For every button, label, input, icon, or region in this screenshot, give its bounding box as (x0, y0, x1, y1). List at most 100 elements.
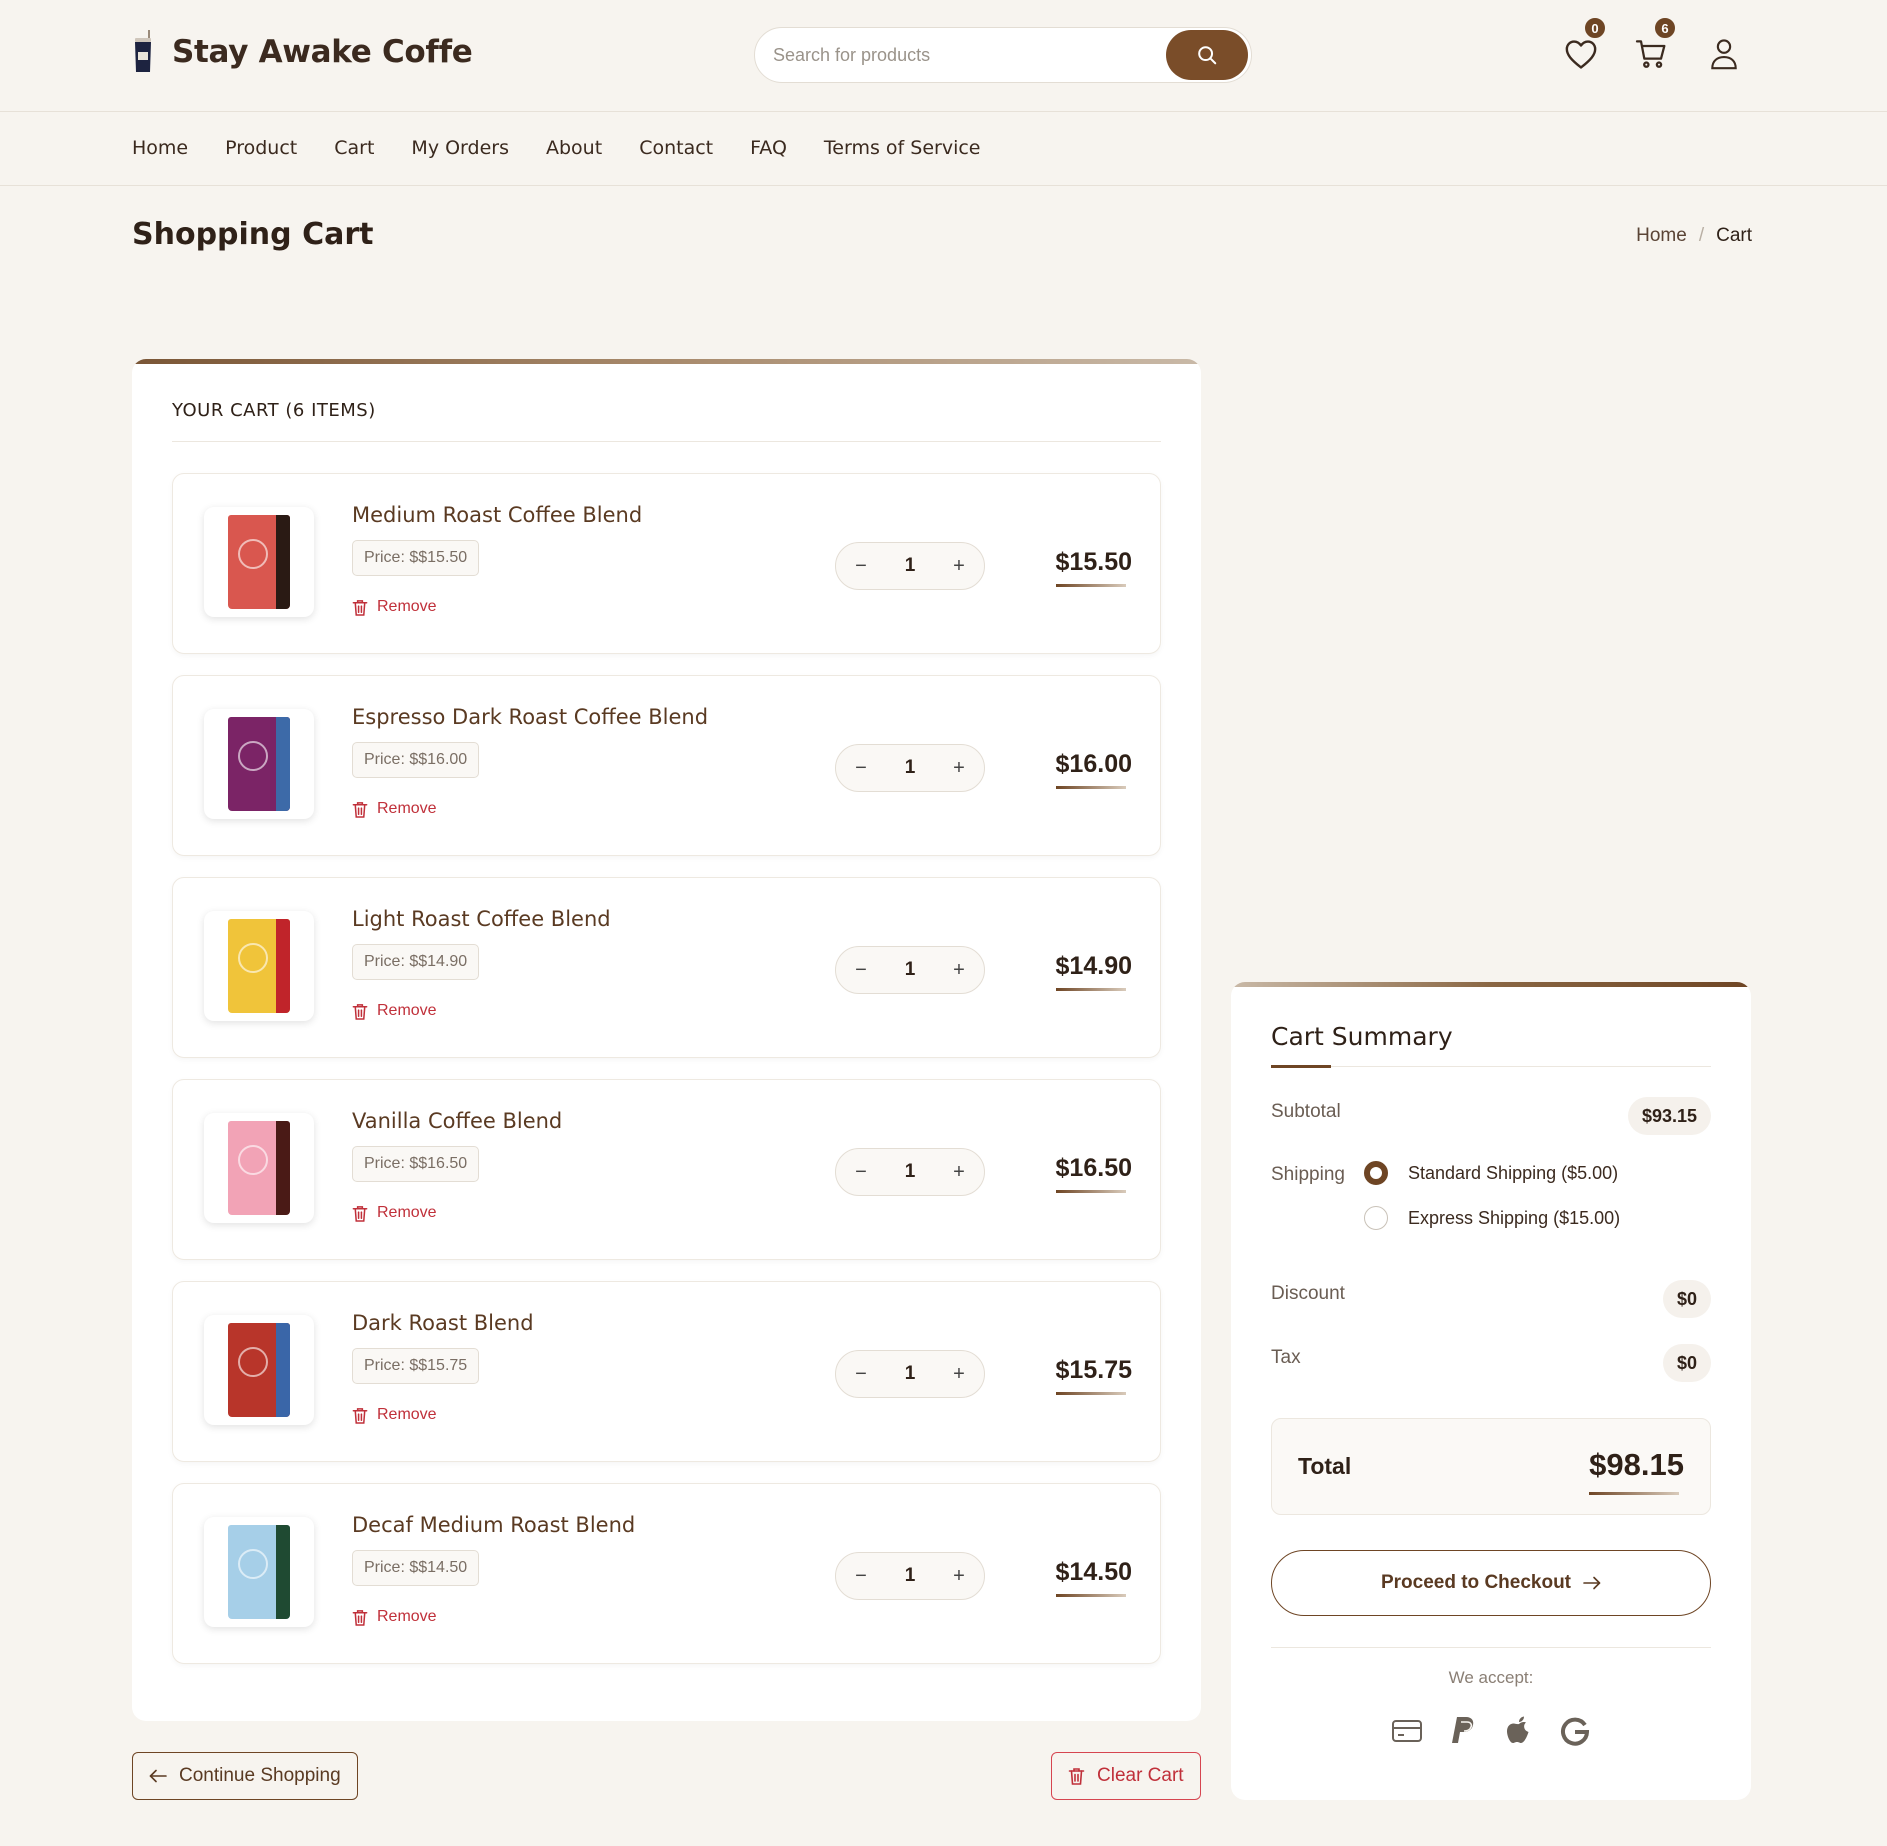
trash-icon (352, 1407, 368, 1424)
heart-icon (1565, 40, 1597, 69)
continue-shopping-button[interactable]: Continue Shopping (132, 1752, 358, 1800)
line-total: $14.50 (1055, 1558, 1132, 1597)
remove-label: Remove (377, 1002, 437, 1019)
remove-button[interactable]: Remove (352, 1608, 437, 1626)
remove-label: Remove (377, 1406, 437, 1423)
arrow-right-icon (1583, 1576, 1601, 1590)
breadcrumb: Home / Cart (1636, 225, 1752, 247)
unit-price: Price: $$15.75 (352, 1348, 480, 1384)
total-label: Total (1298, 1453, 1352, 1479)
quantity-value[interactable]: 1 (905, 757, 916, 779)
bag-label (238, 741, 268, 771)
product-image[interactable] (204, 911, 314, 1021)
bag-label (238, 1347, 268, 1377)
breadcrumb-separator: / (1698, 225, 1705, 246)
quantity-value[interactable]: 1 (905, 555, 916, 577)
brand-logo[interactable]: Stay Awake Coffe (132, 30, 473, 74)
trash-icon (352, 1003, 368, 1020)
nav-item-terms[interactable]: Terms of Service (824, 137, 981, 159)
increase-quantity-button[interactable]: + (948, 555, 970, 578)
bag-side (276, 1121, 290, 1215)
increase-quantity-button[interactable]: + (948, 1161, 970, 1184)
divider (1271, 1647, 1711, 1648)
cart-heading: YOUR CART (6 ITEMS) (172, 400, 376, 421)
decrease-quantity-button[interactable]: − (850, 757, 872, 780)
user-icon (1711, 39, 1737, 70)
shipping-option-express[interactable]: Express Shipping ($15.00) (1364, 1206, 1620, 1230)
unit-price: Price: $$16.00 (352, 742, 480, 778)
search-input[interactable] (755, 44, 1166, 66)
apple-icon (1502, 1714, 1536, 1748)
decrease-quantity-button[interactable]: − (850, 1565, 872, 1588)
cart-item: Vanilla Coffee Blend Price: $$16.50 Remo… (172, 1079, 1161, 1260)
increase-quantity-button[interactable]: + (948, 1363, 970, 1386)
line-total: $15.75 (1055, 1356, 1132, 1395)
remove-button[interactable]: Remove (352, 1406, 437, 1424)
product-image[interactable] (204, 1315, 314, 1425)
shopping-cart-icon (1635, 40, 1666, 68)
quantity-value[interactable]: 1 (905, 1565, 916, 1587)
remove-button[interactable]: Remove (352, 1002, 437, 1020)
decrease-quantity-button[interactable]: − (850, 1161, 872, 1184)
quantity-value[interactable]: 1 (905, 1363, 916, 1385)
radio-button[interactable] (1364, 1206, 1388, 1230)
product-name[interactable]: Light Roast Coffee Blend (352, 907, 611, 931)
product-name[interactable]: Espresso Dark Roast Coffee Blend (352, 705, 708, 729)
product-image[interactable] (204, 1517, 314, 1627)
nav-item-contact[interactable]: Contact (639, 137, 713, 159)
nav-item-cart[interactable]: Cart (334, 137, 374, 159)
wishlist-button[interactable]: 0 (1563, 16, 1607, 72)
clear-cart-button[interactable]: Clear Cart (1051, 1752, 1201, 1800)
increase-quantity-button[interactable]: + (948, 1565, 970, 1588)
proceed-to-checkout-button[interactable]: Proceed to Checkout (1271, 1550, 1711, 1616)
nav-list: Home Product Cart My Orders About Contac… (132, 137, 1018, 159)
remove-label: Remove (377, 800, 437, 817)
coffee-cup-icon (132, 30, 154, 74)
summary-title: Cart Summary (1271, 1022, 1453, 1051)
shipping-option-standard[interactable]: Standard Shipping ($5.00) (1364, 1161, 1618, 1185)
remove-button[interactable]: Remove (352, 598, 437, 616)
trash-icon (352, 1205, 368, 1222)
product-image[interactable] (204, 1113, 314, 1223)
search-icon (1198, 46, 1217, 65)
quantity-value[interactable]: 1 (905, 1161, 916, 1183)
paypal-icon (1446, 1714, 1480, 1748)
bag-side (276, 515, 290, 609)
remove-button[interactable]: Remove (352, 1204, 437, 1222)
page-title: Shopping Cart (132, 217, 374, 252)
account-button[interactable] (1706, 36, 1742, 72)
continue-shopping-label: Continue Shopping (179, 1765, 341, 1786)
remove-button[interactable]: Remove (352, 800, 437, 818)
nav-item-home[interactable]: Home (132, 137, 188, 159)
coffee-bag-image (228, 1525, 290, 1619)
cart-panel: YOUR CART (6 ITEMS) Medium Roast Coffee … (132, 359, 1201, 1721)
breadcrumb-home[interactable]: Home (1636, 225, 1687, 247)
product-name[interactable]: Medium Roast Coffee Blend (352, 503, 642, 527)
increase-quantity-button[interactable]: + (948, 959, 970, 982)
trash-icon (352, 599, 368, 616)
quantity-stepper: − 1 + (835, 946, 985, 994)
cart-button[interactable]: 6 (1633, 16, 1677, 72)
product-image[interactable] (204, 507, 314, 617)
decrease-quantity-button[interactable]: − (850, 959, 872, 982)
divider (172, 441, 1161, 442)
nav-item-my-orders[interactable]: My Orders (411, 137, 509, 159)
product-image[interactable] (204, 709, 314, 819)
quantity-value[interactable]: 1 (905, 959, 916, 981)
nav-item-product[interactable]: Product (225, 137, 297, 159)
product-name[interactable]: Decaf Medium Roast Blend (352, 1513, 635, 1537)
decrease-quantity-button[interactable]: − (850, 1363, 872, 1386)
shipping-label: Shipping (1271, 1164, 1345, 1185)
line-total: $16.00 (1055, 750, 1132, 789)
radio-button-selected[interactable] (1364, 1161, 1388, 1185)
trash-icon (1068, 1768, 1085, 1785)
nav-item-about[interactable]: About (546, 137, 602, 159)
increase-quantity-button[interactable]: + (948, 757, 970, 780)
nav-item-faq[interactable]: FAQ (750, 137, 787, 159)
product-name[interactable]: Dark Roast Blend (352, 1311, 534, 1335)
search-button[interactable] (1166, 30, 1248, 80)
decrease-quantity-button[interactable]: − (850, 555, 872, 578)
bag-label (238, 1549, 268, 1579)
cart-item: Medium Roast Coffee Blend Price: $$15.50… (172, 473, 1161, 654)
product-name[interactable]: Vanilla Coffee Blend (352, 1109, 562, 1133)
